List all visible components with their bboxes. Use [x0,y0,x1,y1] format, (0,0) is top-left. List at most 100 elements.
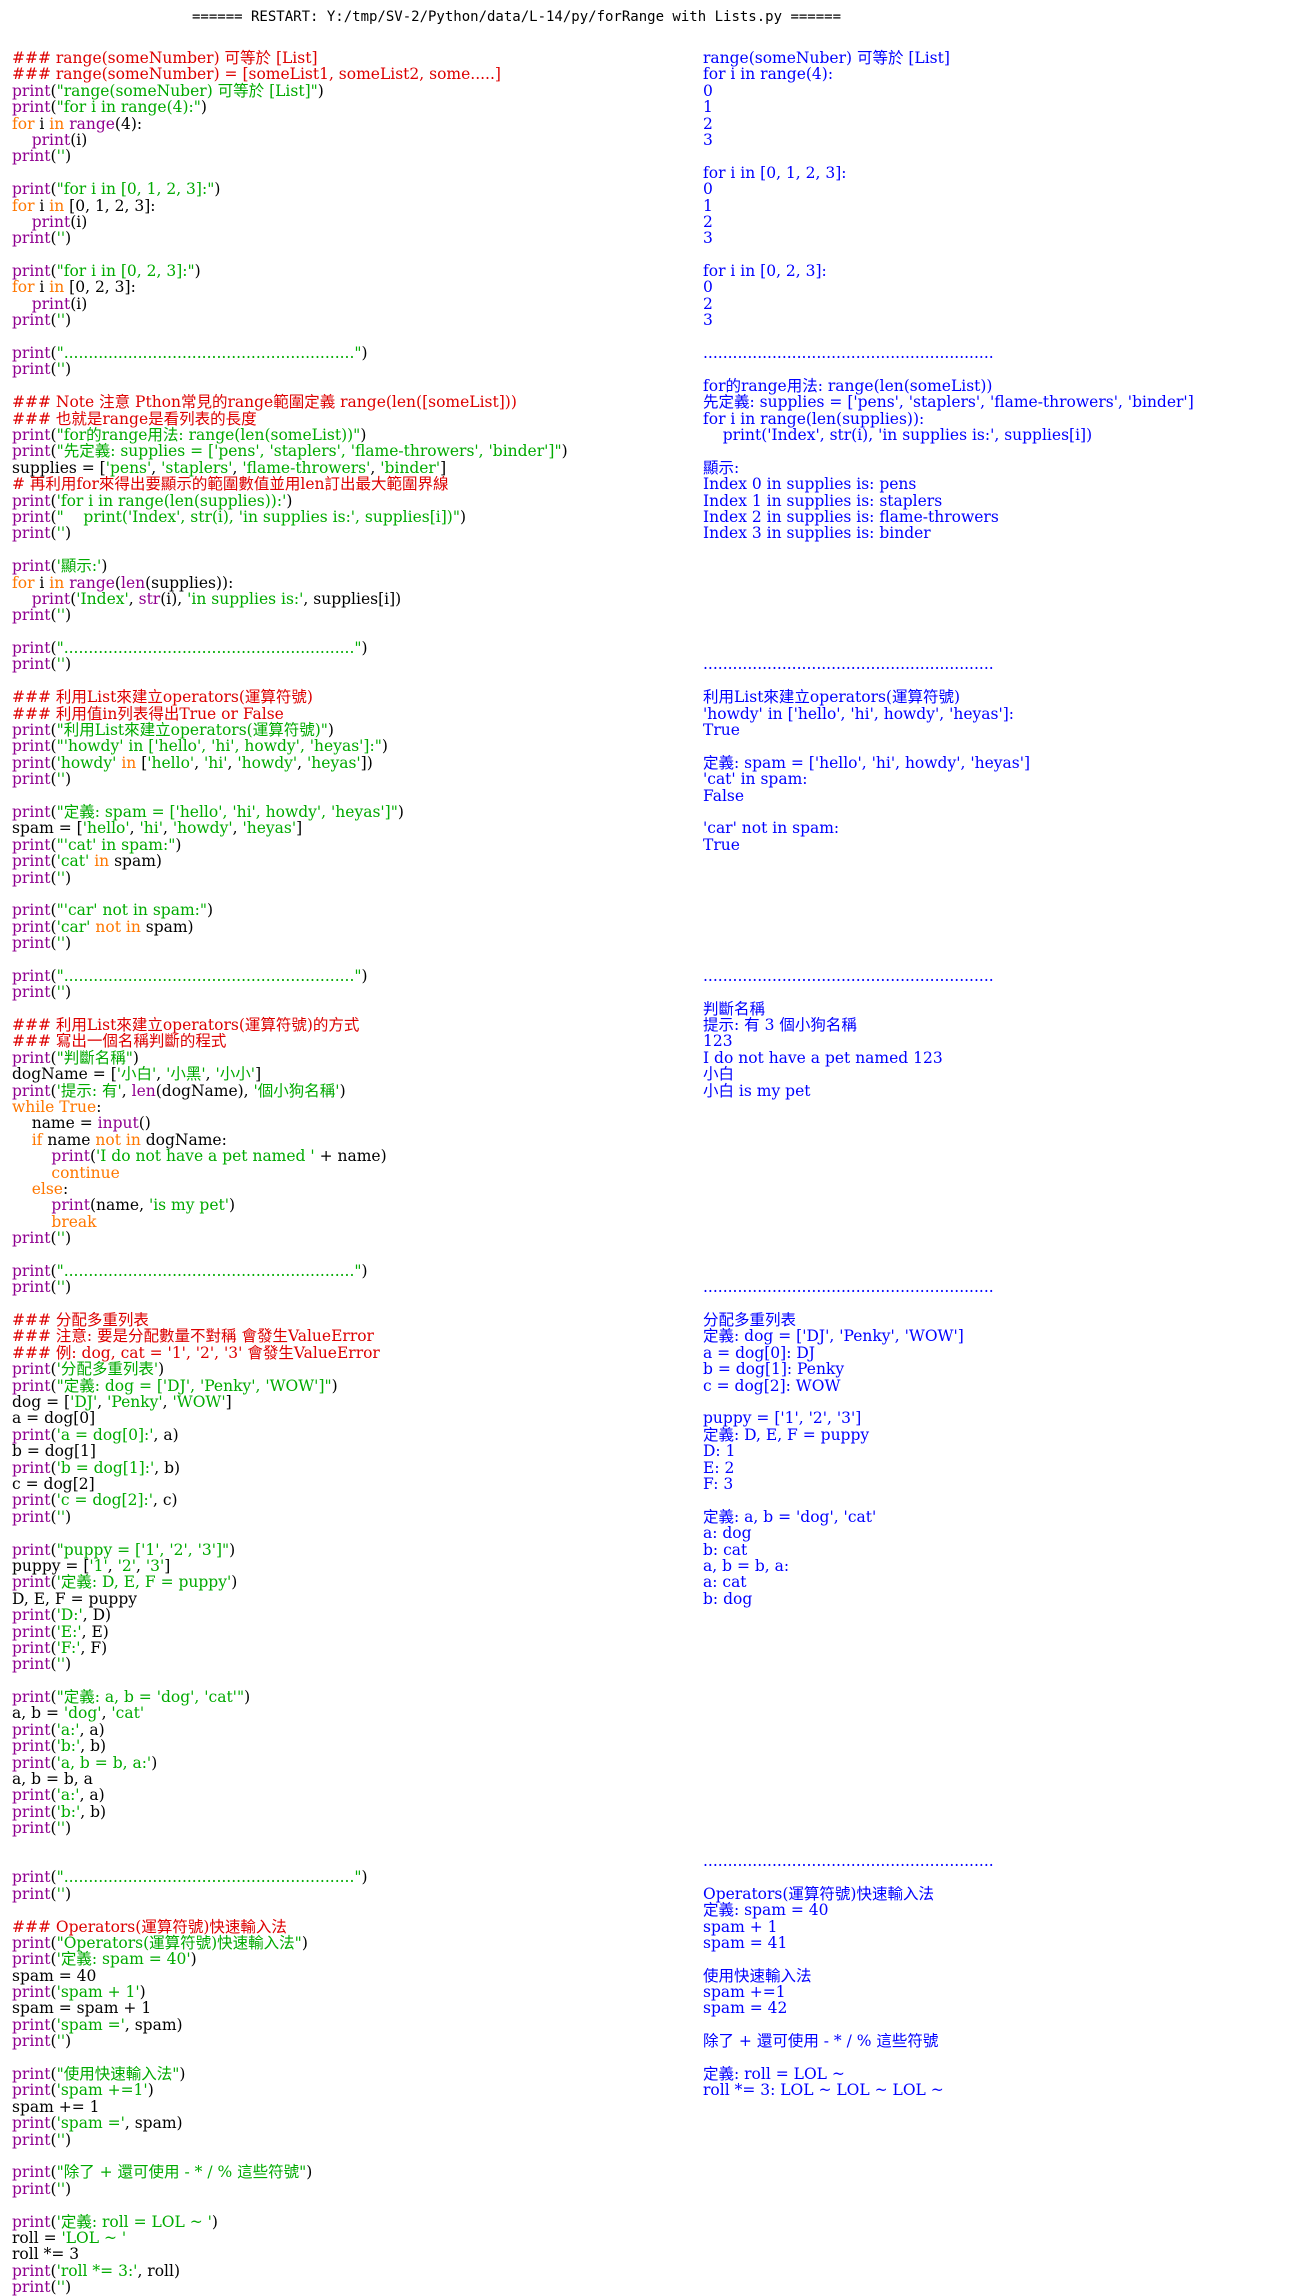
output-line: 先定義: supplies = ['pens', 'staplers', 'fl… [703,393,1194,412]
code-line: print("先定義: supplies = ['pens', 'stapler… [12,443,692,459]
code-token: c = dog[2] [12,1474,95,1493]
code-token: print [12,1933,51,1952]
code-token: ) [65,229,72,248]
code-token: ) [301,1933,308,1952]
code-token: ### 例: dog, cat = '1', '2', '3' 會發生Value… [12,1343,380,1362]
code-token: '' [56,2179,66,2198]
output-line: 'cat' in spam: [703,770,808,789]
code-token: in [125,917,141,936]
code-token: in [49,196,65,215]
code-token: ) [459,507,467,526]
code-token: 'cat' [111,1704,145,1723]
output-line: 除了 + 還可使用 - * / % 這些符號 [703,2032,939,2051]
code-token: ) [65,1884,72,1903]
code-token: i [34,573,50,592]
code-token: 'car' [56,917,91,936]
code-token: print [12,1655,51,1674]
code-token: print [12,1983,51,2002]
code-token: '3' [145,1556,165,1575]
code-token: ] [225,1393,232,1412]
code-line: print('spam =', spam) [12,2115,692,2131]
code-line: print(".................................… [12,1263,692,1279]
code-token: not [95,1130,121,1149]
code-token: '' [56,1655,66,1674]
code-token: , roll) [137,2261,180,2280]
code-line: puppy = ['1', '2', '3'] [12,1558,692,1574]
code-token: '' [56,868,66,887]
code-token: ) [101,557,108,576]
output-line: I do not have a pet named 123 [703,1048,943,1067]
code-token: print [12,606,51,625]
code-line: print("for i in range(4):") [12,99,692,115]
code-line: print('定義: roll = LOL ~ ') [12,2213,692,2230]
code-line: print('a = dog[0]:', a) [12,1427,692,1443]
code-token: '' [56,655,66,674]
output-line: 1 [703,196,713,215]
code-token: print [12,442,51,461]
code-token: for [12,114,35,133]
output-line: E: 2 [703,1458,735,1477]
code-token: (i) [70,130,88,149]
output-line: 2 [703,294,713,313]
code-token: print [12,81,51,100]
code-token: range [69,114,115,133]
code-token: ) [360,425,367,444]
code-token: 'WOW' [172,1393,226,1412]
output-line: spam = 42 [703,1999,788,2018]
code-line: print("定義: spam = ['hello', 'hi', howdy'… [12,804,692,820]
code-token: print [12,2130,51,2149]
code-line: print(".................................… [12,1869,692,1885]
code-token: ) [65,2130,72,2149]
code-token: ) [200,98,207,117]
shell-output-pane[interactable]: range(someNuber) 可等於 [List] for i in rang… [703,50,1293,2099]
code-token: "range(someNuber) 可等於 [List]" [56,81,318,100]
code-token: ### 也就是range是看列表的長度 [12,409,257,428]
code-token: "定義: spam = ['hello', 'hi', howdy', 'hey… [56,802,398,821]
code-token: for [12,278,35,297]
code-line: ### 注意: 要是分配數量不對稱 會發生ValueError [12,1328,692,1344]
code-line: print(i) [12,214,692,230]
code-line: print('定義: D, E, F = puppy') [12,1574,692,1590]
code-token: ### range(someNumber) = [someList1, some… [12,65,501,84]
code-token: print [12,934,51,953]
code-token: , b) [154,1458,181,1477]
code-line: print('b = dog[1]:', b) [12,1458,692,1477]
code-token: print [12,1376,51,1395]
source-code-pane[interactable]: ### range(someNumber) 可等於 [List] ### rang… [12,50,692,2296]
code-token: ) [65,983,72,1002]
code-token: 'F:' [56,1638,81,1657]
code-line: spam = ['hello', 'hi', 'howdy', 'heyas'] [12,820,692,836]
output-line: a, b = b, a: [703,1556,790,1575]
code-token: print [12,229,51,248]
output-line: 小白 is my pet [703,1081,811,1100]
code-token: , [129,819,140,838]
code-line: print('') [12,1509,692,1525]
output-line: 定義: spam = 40 [703,1901,829,1920]
code-token: print [12,1458,51,1477]
code-token: 'E:' [56,1622,82,1641]
code-token: print [12,360,51,379]
code-token: ] [255,1065,262,1084]
code-token: , spam) [124,2015,183,2034]
code-line: ### Note 注意 Pthon常見的range範圍定義 range(len(… [12,394,692,410]
output-line: 3 [703,130,713,149]
code-token: , [205,1065,216,1084]
code-token: ) [151,1753,158,1772]
